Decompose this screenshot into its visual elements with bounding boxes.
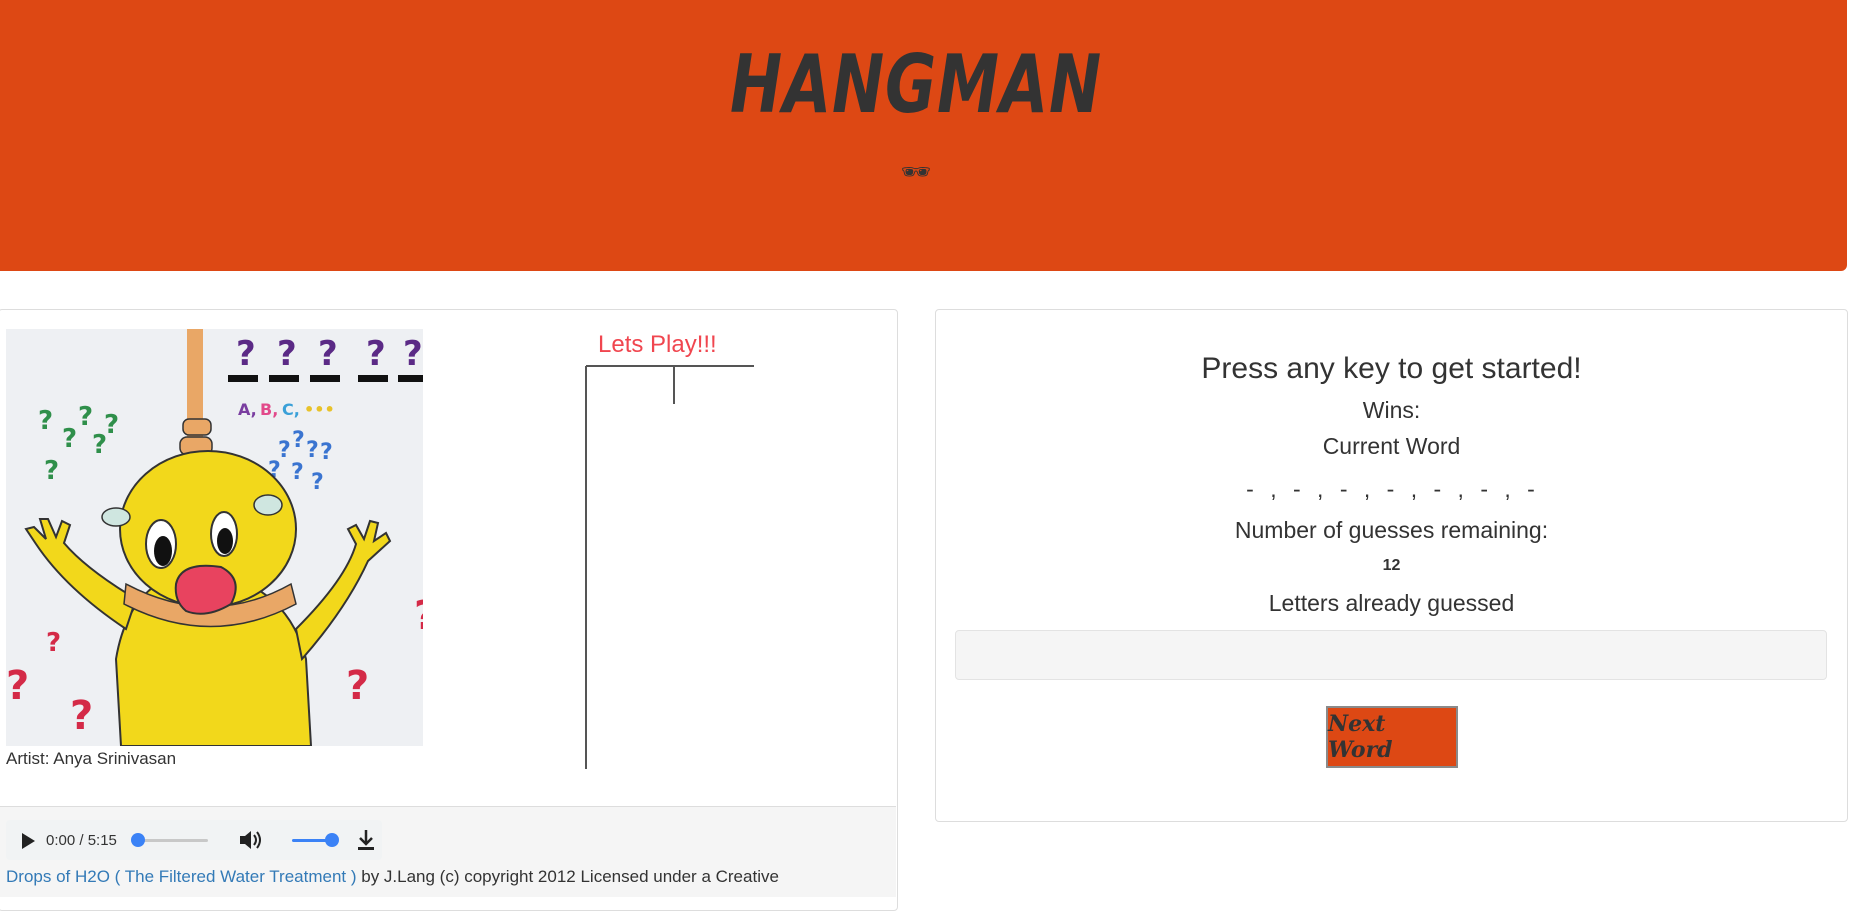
svg-text:?: ? (318, 334, 338, 374)
wins-label: Wins: (1362, 397, 1421, 423)
svg-text:?: ? (306, 438, 319, 463)
current-word-label: Current Word (1322, 433, 1461, 459)
guesses-remaining-label: Number of guesses remaining: (1234, 517, 1549, 543)
svg-text:?: ? (38, 406, 53, 436)
play-icon[interactable] (20, 832, 36, 855)
audio-progress-slider[interactable] (131, 833, 208, 847)
svg-text:?: ? (70, 693, 93, 739)
guesses-remaining-value: 12 (1382, 557, 1401, 574)
svg-text:?: ? (46, 628, 61, 658)
volume-slider[interactable] (292, 833, 339, 847)
audio-time: 0:00 / 5:15 (46, 832, 117, 849)
page-title: HANGMAN (729, 38, 1103, 131)
volume-icon[interactable] (238, 828, 264, 857)
lets-play-label: Lets Play!!! (598, 331, 717, 358)
instructions-headline: Press any key to get started! (1201, 352, 1582, 385)
svg-text:?: ? (104, 410, 119, 440)
letters-guessed-well (955, 630, 1827, 680)
svg-text:•••: ••• (304, 400, 335, 419)
gallows-drawing (585, 365, 754, 769)
next-word-button[interactable]: Next Word (1326, 706, 1458, 768)
current-word-blanks: - , - , - , - , - , - , - (1246, 476, 1537, 502)
svg-text:?: ? (366, 334, 386, 374)
header-banner: HANGMAN 🕶 (0, 0, 1847, 271)
svg-text:?: ? (346, 663, 369, 709)
download-icon[interactable] (356, 828, 376, 857)
hangman-artwork-image: ??? ?? A, B, C, ••• ??? ??? ??? ???? ???… (6, 329, 423, 746)
svg-text:B,: B, (260, 400, 278, 419)
artist-caption: Artist: Anya Srinivasan (6, 749, 177, 768)
svg-text:?: ? (78, 402, 93, 432)
svg-text:?: ? (414, 593, 423, 639)
svg-text:?: ? (277, 334, 297, 374)
svg-text:C,: C, (282, 400, 300, 419)
music-credit: Drops of H2O ( The Filtered Water Treatm… (6, 867, 779, 887)
music-credit-link[interactable]: Drops of H2O ( The Filtered Water Treatm… (6, 867, 357, 886)
letters-guessed-label: Letters already guessed (1268, 590, 1515, 616)
svg-text:?: ? (44, 456, 59, 486)
music-credit-text: by J.Lang (c) copyright 2012 Licensed un… (356, 867, 779, 886)
svg-text:?: ? (311, 470, 324, 495)
svg-text:A,: A, (238, 400, 257, 419)
svg-text:?: ? (320, 440, 333, 465)
svg-text:?: ? (236, 334, 256, 374)
svg-text:?: ? (403, 334, 423, 374)
svg-text:?: ? (6, 663, 29, 709)
audio-player[interactable]: 0:00 / 5:15 (6, 820, 382, 860)
svg-text:?: ? (62, 424, 77, 454)
svg-text:?: ? (292, 428, 305, 453)
sunglasses-icon: 🕶 (900, 159, 932, 186)
svg-text:?: ? (291, 460, 304, 485)
